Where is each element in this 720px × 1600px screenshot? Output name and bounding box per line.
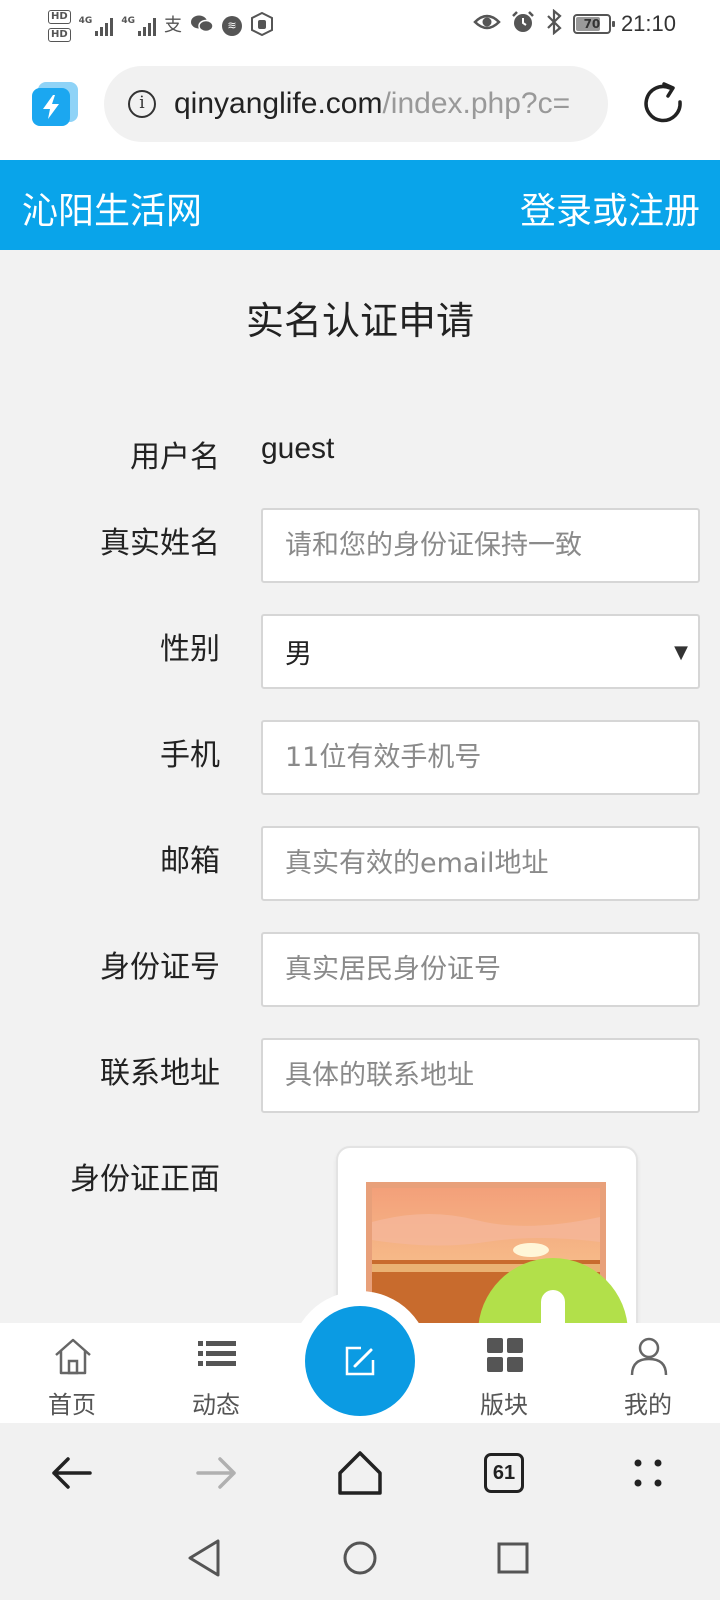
system-home-icon[interactable] (335, 1533, 385, 1583)
dropdown-arrow-icon: ▼ (674, 642, 688, 663)
nav-home-label: 首页 (48, 1391, 96, 1419)
user-icon (630, 1337, 668, 1376)
status-time: 21:10 (620, 11, 676, 36)
network-type: 4G (78, 16, 93, 26)
alipay-icon: 支 (163, 15, 182, 36)
status-bar: HD HD 4G 4G 支 ≋ 70 21:10 (0, 0, 720, 50)
audio-icon: ≋ (221, 16, 242, 36)
bluetooth-icon (545, 8, 563, 39)
page-title: 实名认证申请 (245, 299, 474, 343)
browser-address-area: i qinyanglife.com/index.php?c= (0, 50, 720, 160)
gender-select[interactable]: 男 ▼ (261, 614, 700, 689)
nav-feed-label: 动态 (192, 1391, 240, 1419)
username-value: guest (261, 432, 335, 465)
hd-badge: HD (48, 28, 71, 42)
url-bar[interactable]: i qinyanglife.com/index.php?c= (104, 66, 608, 142)
forward-arrow-icon[interactable] (186, 1443, 246, 1503)
idfront-label: 身份证正面 (70, 1162, 220, 1197)
idnumber-input[interactable] (261, 932, 700, 1007)
status-left-icons: HD HD 4G 4G 支 ≋ (48, 6, 274, 46)
battery-icon: 70 (572, 14, 615, 34)
grid-icon (487, 1338, 523, 1372)
browser-toolbar: 61 (0, 1423, 720, 1521)
bottom-nav: 首页 动态 版块 我的 (0, 1291, 720, 1431)
nav-feed[interactable]: 动态 (156, 1323, 276, 1423)
url-host: qinyanglife.com (174, 87, 383, 120)
wechat-icon (190, 14, 214, 39)
menu-dots-icon[interactable] (618, 1443, 678, 1503)
post-button[interactable] (305, 1306, 415, 1416)
back-arrow-icon[interactable] (42, 1443, 102, 1503)
system-back-icon[interactable] (180, 1533, 230, 1583)
hd-badges: HD HD (48, 10, 71, 42)
list-icon (198, 1341, 236, 1366)
nav-mine-label: 我的 (624, 1391, 672, 1419)
status-right-icons: 70 21:10 (473, 8, 676, 40)
phone-input[interactable] (261, 720, 700, 795)
battery-level: 70 (583, 17, 601, 31)
hand-icon (250, 11, 274, 41)
url-path: /index.php?c= (382, 87, 571, 120)
realname-input[interactable] (261, 508, 700, 583)
tabs-button[interactable]: 61 (484, 1453, 524, 1493)
site-header: 沁阳生活网 登录或注册 (0, 160, 720, 250)
nav-mine[interactable]: 我的 (588, 1323, 708, 1423)
nav-home[interactable]: 首页 (12, 1323, 132, 1423)
network-type: 4G (121, 16, 135, 26)
edit-icon (345, 1346, 375, 1376)
signal-icon: 4G (121, 16, 156, 36)
signal-icon: 4G (79, 16, 114, 36)
eye-icon (473, 12, 501, 36)
system-recents-icon[interactable] (488, 1533, 538, 1583)
nav-boards[interactable]: 版块 (444, 1323, 564, 1423)
address-input[interactable] (261, 1038, 700, 1113)
url-text: qinyanglife.com/index.php?c= (174, 87, 570, 121)
idnumber-label: 身份证号 (100, 950, 220, 985)
realname-label: 真实姓名 (100, 526, 220, 561)
gender-label: 性别 (160, 632, 220, 667)
login-register-link[interactable]: 登录或注册 (520, 182, 700, 234)
username-label: 用户名 (130, 440, 220, 475)
house-icon (55, 1338, 91, 1375)
address-label: 联系地址 (100, 1056, 220, 1091)
gender-selected-value: 男 (285, 639, 312, 670)
email-input[interactable] (261, 826, 700, 901)
alarm-icon (511, 10, 535, 38)
home-icon[interactable] (330, 1443, 390, 1503)
hd-badge: HD (48, 10, 71, 24)
reload-icon[interactable] (640, 80, 688, 128)
nav-boards-label: 版块 (480, 1391, 528, 1419)
site-title[interactable]: 沁阳生活网 (22, 182, 202, 234)
phone-label: 手机 (160, 738, 220, 773)
email-label: 邮箱 (160, 844, 220, 879)
info-icon[interactable]: i (128, 90, 156, 118)
system-navigation-bar (0, 1521, 720, 1600)
lightning-icon[interactable] (30, 80, 78, 128)
